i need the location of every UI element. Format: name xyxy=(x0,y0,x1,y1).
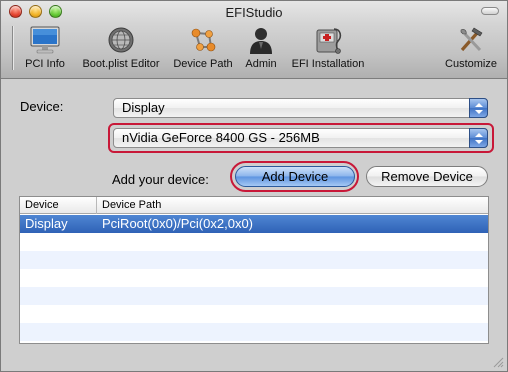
table-row[interactable]: Display PciRoot(0x0)/Pci(0x2,0x0) xyxy=(20,215,488,233)
add-device-label: Add your device: xyxy=(112,172,209,187)
device-label: Device: xyxy=(20,99,64,114)
device-table: Device Device Path Display PciRoot(0x0)/… xyxy=(19,196,489,344)
empty-row xyxy=(20,269,488,287)
toolbar-efi-installation[interactable]: EFI Installation xyxy=(286,25,370,70)
tools-icon xyxy=(460,27,483,52)
molecule-icon xyxy=(191,28,216,52)
model-select-value: nVidia GeForce 8400 GS - 256MB xyxy=(122,130,320,145)
toolbar-boot-plist-editor[interactable]: Boot.plist Editor xyxy=(77,25,165,70)
title-toolbar: EFIStudio PCI Info Boot.plist Editor Dev… xyxy=(1,1,507,79)
cell-device: Display xyxy=(25,216,68,231)
toolbar-pci-info[interactable]: PCI Info xyxy=(15,25,75,70)
empty-row xyxy=(20,323,488,341)
toolbar-separator xyxy=(12,26,13,70)
monitor-icon xyxy=(30,26,60,54)
admin-person-icon xyxy=(250,28,272,54)
resize-grip-icon[interactable] xyxy=(492,356,504,368)
toolbar-customize[interactable]: Customize xyxy=(441,25,501,70)
column-header-device-path[interactable]: Device Path xyxy=(97,197,488,214)
toolbar-label: Admin xyxy=(245,58,277,70)
toolbar-label: EFI Installation xyxy=(291,58,365,70)
cell-device-path: PciRoot(0x0)/Pci(0x2,0x0) xyxy=(102,216,253,231)
empty-row xyxy=(20,287,488,305)
empty-row xyxy=(20,251,488,269)
toolbar-label: Boot.plist Editor xyxy=(82,58,160,70)
toolbar-toggle-button[interactable] xyxy=(481,7,499,15)
toolbar-device-path[interactable]: Device Path xyxy=(169,25,237,70)
model-select[interactable]: nVidia GeForce 8400 GS - 256MB xyxy=(113,128,488,148)
table-header: Device Device Path xyxy=(20,197,488,214)
device-select[interactable]: Display xyxy=(113,98,488,118)
device-select-value: Display xyxy=(122,100,165,115)
select-arrows-icon xyxy=(469,128,488,148)
window-title: EFIStudio xyxy=(225,5,283,20)
column-header-device[interactable]: Device xyxy=(20,197,97,214)
remove-device-button[interactable]: Remove Device xyxy=(366,166,488,187)
toolbar-label: Customize xyxy=(445,58,497,70)
efistudio-window: EFIStudio PCI Info Boot.plist Editor Dev… xyxy=(0,0,508,372)
toolbar-label: Device Path xyxy=(173,58,233,70)
select-arrows-icon xyxy=(469,98,488,118)
toolbar-admin[interactable]: Admin xyxy=(240,25,282,70)
gear-globe-icon xyxy=(108,27,134,53)
empty-row xyxy=(20,233,488,251)
empty-row xyxy=(20,305,488,323)
toolbar-label: PCI Info xyxy=(25,58,65,70)
medical-kit-icon xyxy=(316,28,342,54)
add-device-button[interactable]: Add Device xyxy=(235,166,355,187)
